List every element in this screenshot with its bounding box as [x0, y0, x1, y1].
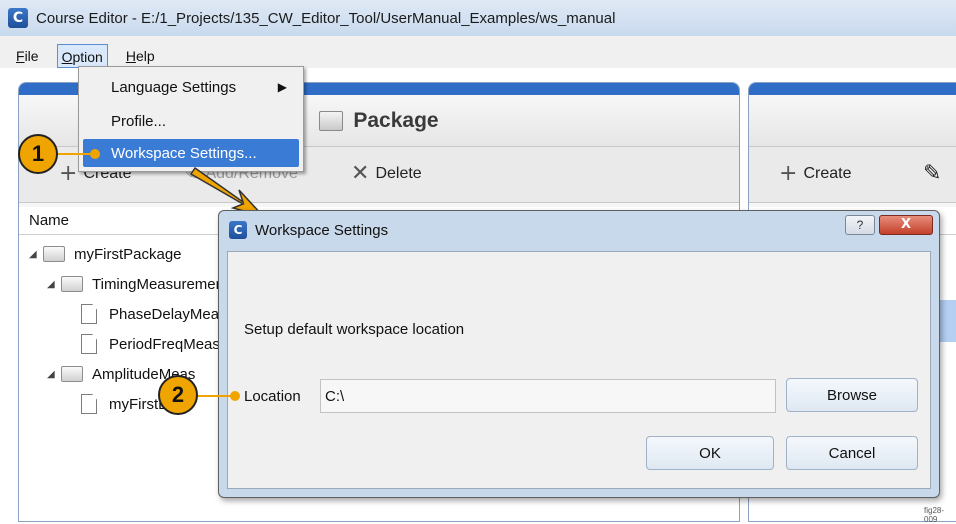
right-panel-header — [749, 95, 956, 147]
help-button[interactable]: ? — [845, 215, 875, 235]
tree-label: myFirstPackage — [74, 245, 182, 263]
menu-item-language-settings[interactable]: Language Settings ▶ — [83, 73, 299, 101]
package-folder-icon — [319, 110, 344, 131]
right-create-button[interactable]: + Create — [779, 161, 852, 186]
menu-bar: File Option Help — [0, 36, 956, 68]
menu-help-key: H — [125, 48, 136, 64]
delete-label: Delete — [375, 165, 422, 182]
dialog-body: Setup default workspace location Locatio… — [227, 251, 931, 489]
right-edit-button[interactable]: ✎ — [923, 161, 947, 186]
menu-help-label: elp — [135, 48, 155, 64]
right-create-label: Create — [803, 165, 852, 182]
app-c-icon: C — [8, 8, 28, 28]
callout-2: 2 — [158, 375, 198, 415]
callout-2-dot — [230, 391, 240, 401]
tree-label: PeriodFreqMeas — [109, 335, 220, 353]
window-title-bar: C Course Editor - E:/1_Projects/135_CW_E… — [0, 0, 956, 36]
expand-arrow-icon[interactable]: ◢ — [47, 369, 61, 380]
callout-1: 1 — [18, 134, 58, 174]
plus-icon: + — [779, 161, 798, 186]
dialog-title-bar: C Workspace Settings — [229, 221, 388, 239]
plus-icon: + — [59, 161, 78, 186]
workspace-settings-label: Workspace Settings... — [111, 144, 257, 162]
dialog-title: Workspace Settings — [255, 221, 389, 239]
menu-file[interactable]: File — [12, 44, 43, 68]
delete-button[interactable]: ✕ Delete — [351, 161, 422, 186]
close-button[interactable]: X — [879, 215, 933, 235]
tree-label: TimingMeasurements — [92, 275, 236, 293]
tree-row-periodfreq[interactable]: PeriodFreqMeas — [81, 329, 220, 359]
location-input[interactable] — [320, 379, 776, 413]
menu-file-label: ile — [24, 48, 39, 64]
dialog-description: Setup default workspace location — [244, 321, 465, 338]
cancel-button[interactable]: Cancel — [786, 436, 918, 470]
file-icon — [81, 304, 97, 324]
menu-file-key: F — [16, 48, 25, 64]
tree-row-phasedelay[interactable]: PhaseDelayMeas — [81, 299, 227, 329]
submenu-arrow-icon: ▶ — [277, 80, 287, 94]
window-title: Course Editor - E:/1_Projects/135_CW_Edi… — [36, 9, 616, 27]
location-label: Location — [244, 388, 301, 405]
delete-x-icon: ✕ — [351, 161, 370, 186]
pencil-icon: ✎ — [923, 161, 942, 186]
folder-icon — [61, 366, 83, 382]
folder-icon — [43, 246, 65, 262]
tree-row-myfirstpackage[interactable]: ◢ myFirstPackage — [29, 239, 182, 269]
menu-help[interactable]: Help — [122, 44, 159, 68]
expand-arrow-icon[interactable]: ◢ — [47, 279, 61, 290]
language-settings-label: Language Settings — [111, 78, 237, 96]
menu-option-key: O — [61, 49, 73, 65]
package-panel-title: Package — [353, 108, 439, 132]
file-icon — [81, 334, 97, 354]
app-c-icon: C — [229, 221, 247, 239]
file-icon — [81, 394, 97, 414]
right-toolbar: + Create ✎ — [749, 147, 956, 203]
menu-option-label: ption — [72, 49, 103, 65]
figure-label: fig28-009 — [924, 506, 945, 524]
tree-label: PhaseDelayMeas — [109, 305, 227, 323]
workspace-settings-dialog: C Workspace Settings ? X Setup default w… — [218, 210, 940, 498]
ok-button[interactable]: OK — [646, 436, 774, 470]
browse-button[interactable]: Browse — [786, 378, 918, 412]
column-name-header[interactable]: Name — [29, 212, 69, 229]
expand-arrow-icon[interactable]: ◢ — [29, 249, 43, 260]
menu-item-profile[interactable]: Profile... — [83, 107, 299, 135]
folder-icon — [61, 276, 83, 292]
profile-label: Profile... — [111, 112, 167, 130]
tree-row-timingmeasurements[interactable]: ◢ TimingMeasurements — [47, 269, 236, 299]
menu-option[interactable]: Option — [56, 44, 108, 68]
option-dropdown-menu: Language Settings ▶ Profile... Workspace… — [78, 66, 304, 172]
callout-1-dot — [90, 149, 100, 159]
selected-row-highlight[interactable] — [938, 300, 956, 342]
